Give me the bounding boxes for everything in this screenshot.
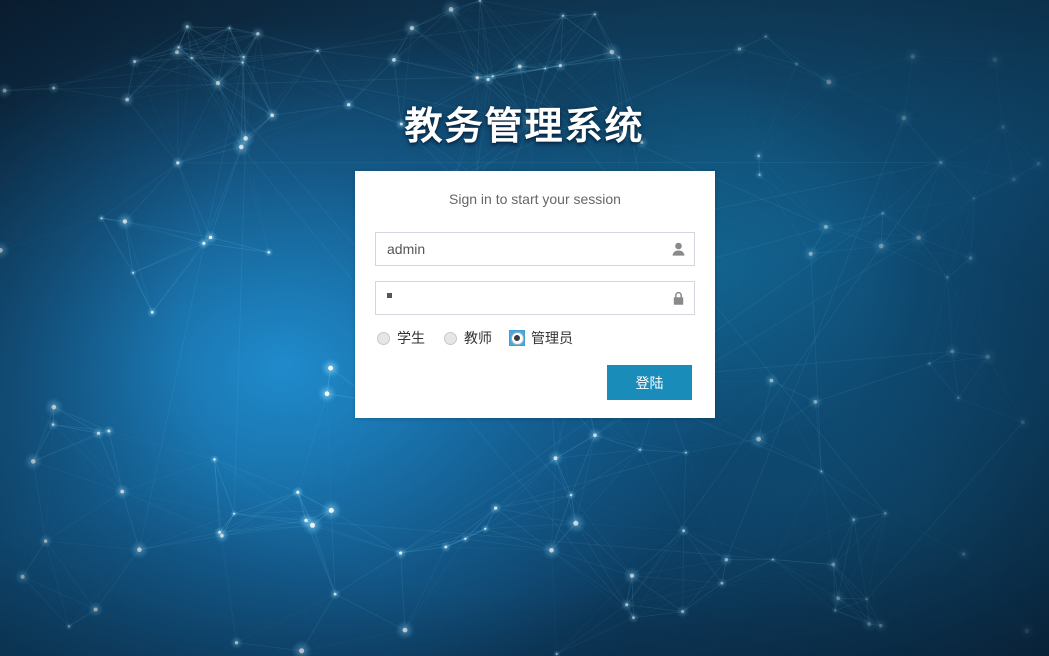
- login-card: Sign in to start your session admin 学生 教…: [355, 171, 715, 418]
- user-icon: [672, 233, 685, 265]
- radio-admin-icon[interactable]: [509, 330, 525, 346]
- page-title: 教务管理系统: [404, 106, 645, 148]
- role-option-student[interactable]: 学生: [375, 328, 425, 348]
- signin-message: Sign in to start your session: [449, 191, 621, 207]
- role-option-teacher[interactable]: 教师: [442, 328, 492, 348]
- password-field[interactable]: [375, 281, 695, 315]
- role-radio-group: 学生 教师 管理员: [375, 328, 590, 348]
- radio-teacher-icon[interactable]: [442, 330, 458, 346]
- role-option-admin[interactable]: 管理员: [509, 328, 573, 348]
- login-button[interactable]: 登陆: [607, 365, 692, 400]
- role-label-admin: 管理员: [531, 330, 573, 346]
- username-field[interactable]: admin: [375, 232, 695, 266]
- radio-student-icon[interactable]: [375, 330, 391, 346]
- username-input-value[interactable]: admin: [387, 233, 425, 265]
- role-label-student: 学生: [397, 330, 425, 346]
- lock-icon: [672, 282, 685, 314]
- password-input-value[interactable]: [387, 293, 392, 298]
- role-label-teacher: 教师: [464, 330, 492, 346]
